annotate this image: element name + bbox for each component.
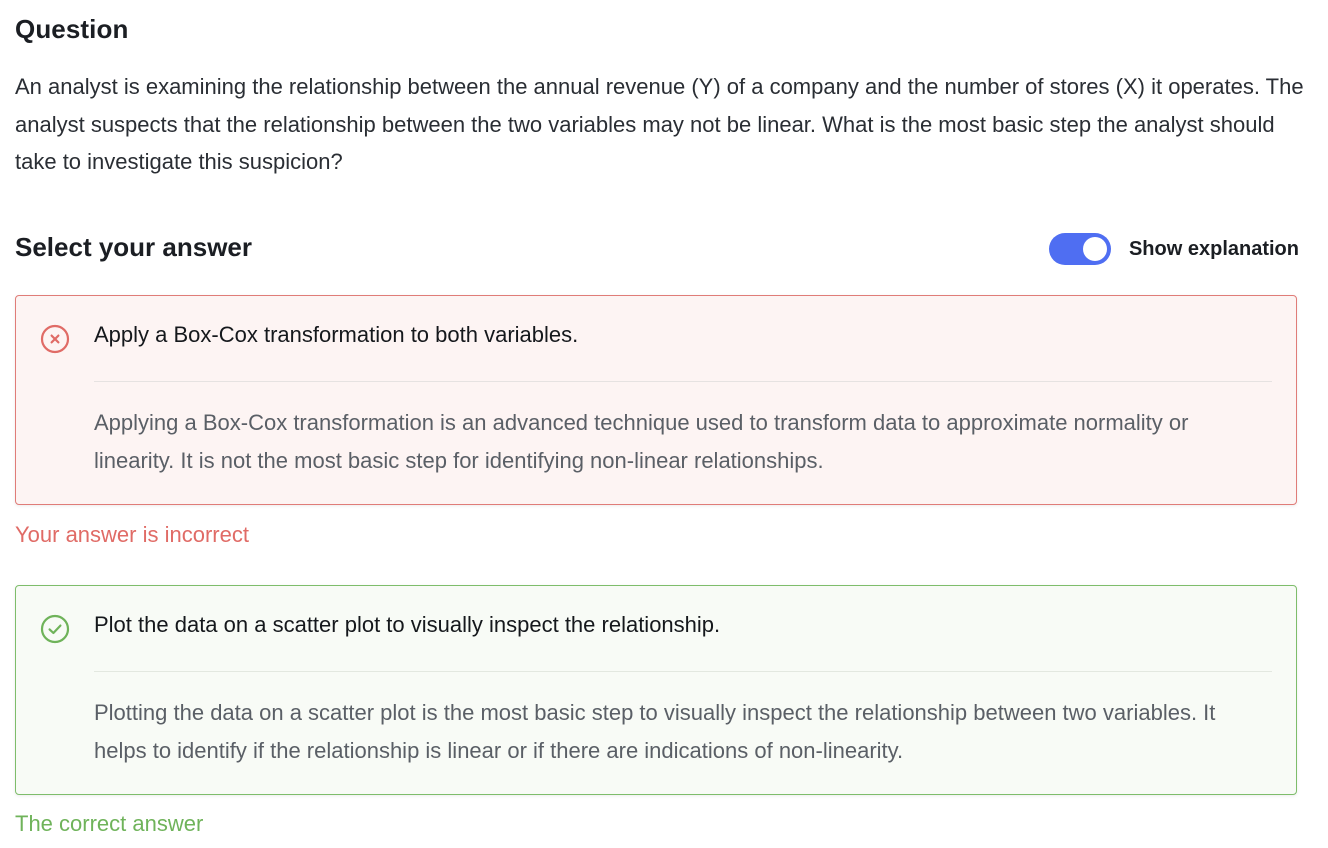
- x-circle-icon: [40, 324, 70, 354]
- answer-option-title: Apply a Box-Cox transformation to both v…: [94, 322, 579, 347]
- answer-explanation: Applying a Box-Cox transformation is an …: [94, 410, 1189, 473]
- divider: [94, 671, 1272, 672]
- answer-explanation: Plotting the data on a scatter plot is t…: [94, 700, 1216, 763]
- question-text: An analyst is examining the relationship…: [15, 74, 1304, 174]
- answer-option-incorrect[interactable]: Apply a Box-Cox transformation to both v…: [15, 295, 1297, 505]
- show-explanation-control: Show explanation: [1048, 233, 1299, 265]
- show-explanation-toggle[interactable]: [1048, 233, 1111, 265]
- answer-option-title: Plot the data on a scatter plot to visua…: [94, 612, 721, 637]
- question-heading: Question: [15, 14, 129, 44]
- correct-answer-feedback: The correct answer: [15, 811, 204, 836]
- select-answer-heading: Select your answer: [15, 232, 252, 262]
- quiz-page: Question An analyst is examining the rel…: [0, 0, 1328, 848]
- answer-option-correct[interactable]: Plot the data on a scatter plot to visua…: [15, 585, 1297, 795]
- show-explanation-label: Show explanation: [1128, 237, 1299, 260]
- check-circle-icon: [40, 614, 70, 644]
- toggle-knob: [1082, 237, 1107, 261]
- incorrect-answer-feedback: Your answer is incorrect: [15, 522, 249, 547]
- divider: [94, 381, 1272, 382]
